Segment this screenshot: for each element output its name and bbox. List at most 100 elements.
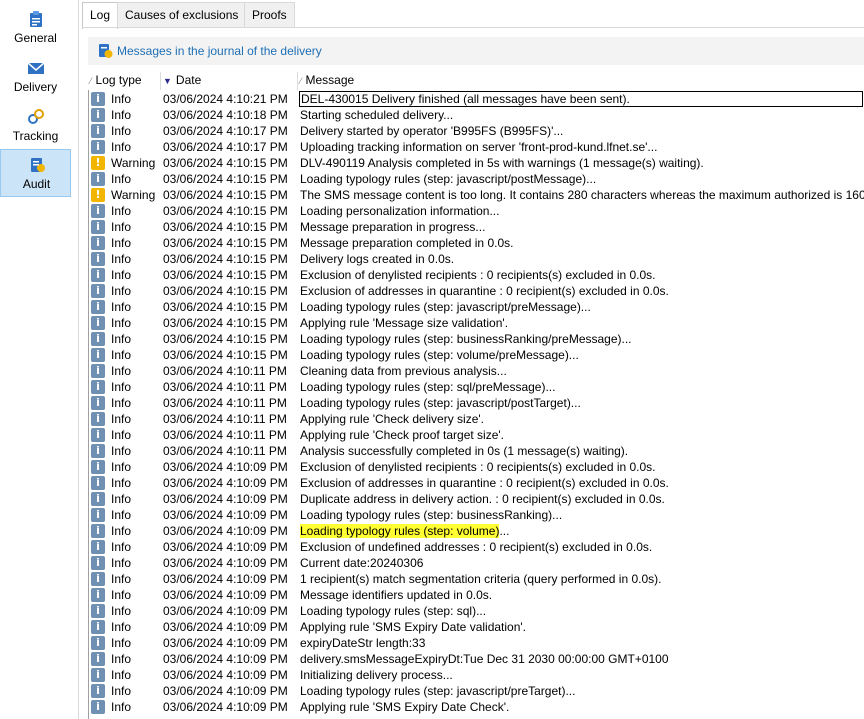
table-row[interactable]: i Info 03/06/2024 4:10:11 PM Applying rule … xyxy=(89,427,864,443)
log-type-text: Info xyxy=(111,268,132,282)
journal-icon xyxy=(99,44,113,58)
nav-item-delivery[interactable]: Delivery xyxy=(0,53,71,101)
log-type-text: Info xyxy=(111,284,132,298)
log-type-text: Info xyxy=(111,476,132,490)
nav-label-general: General xyxy=(14,31,57,45)
table-row[interactable]: i Info 03/06/2024 4:10:09 PM Loading typolo… xyxy=(89,683,864,699)
nav-item-general[interactable]: General xyxy=(0,4,71,52)
cell-message: Uploading tracking information on server… xyxy=(300,140,658,154)
nav-divider xyxy=(78,0,79,719)
table-row[interactable]: i Info 03/06/2024 4:10:09 PM Exclusion of a… xyxy=(89,475,864,491)
log-type-text: Info xyxy=(111,300,132,314)
table-row[interactable]: i Info 03/06/2024 4:10:09 PM 1 recipient(s)… xyxy=(89,571,864,587)
cell-message: Starting scheduled delivery... xyxy=(300,108,454,122)
tab-log[interactable]: Log xyxy=(82,2,119,29)
table-row[interactable]: i Info 03/06/2024 4:10:15 PM Message prepar… xyxy=(89,235,864,251)
table-row[interactable]: i Info 03/06/2024 4:10:15 PM Message prepar… xyxy=(89,219,864,235)
tab-causes-of-exclusions[interactable]: Causes of exclusions xyxy=(117,2,247,27)
cell-message: Delivery logs created in 0.0s. xyxy=(300,252,455,266)
audit-icon xyxy=(31,158,45,172)
log-type-text: Info xyxy=(111,460,132,474)
cell-message: Loading typology rules (step: businessRa… xyxy=(300,508,563,522)
table-row[interactable]: i Info 03/06/2024 4:10:09 PM Applying rule … xyxy=(89,619,864,635)
column-divider[interactable] xyxy=(160,72,161,90)
cell-message: Applying rule 'Check proof target size'. xyxy=(300,428,505,442)
table-row[interactable]: i Info 03/06/2024 4:10:09 PM Applying rule … xyxy=(89,699,864,715)
table-row[interactable]: i Info 03/06/2024 4:10:18 PM Starting sched… xyxy=(89,107,864,123)
nav-label-delivery: Delivery xyxy=(13,80,58,94)
table-row[interactable]: i Info 03/06/2024 4:10:09 PM Loading typolo… xyxy=(89,603,864,619)
info-icon: i xyxy=(91,460,105,474)
table-row[interactable]: i Info 03/06/2024 4:10:15 PM Loading person… xyxy=(89,203,864,219)
cell-message: Loading typology rules (step: javascript… xyxy=(300,172,597,186)
table-row[interactable]: i Info 03/06/2024 4:10:17 PM Uploading trac… xyxy=(89,139,864,155)
cell-message: DLV-490119 Analysis completed in 5s with… xyxy=(300,156,704,170)
clipboard-icon xyxy=(30,11,42,27)
nav-item-audit[interactable]: Audit xyxy=(0,149,71,197)
column-label-message: Message xyxy=(305,73,355,87)
table-row[interactable]: i Info 03/06/2024 4:10:11 PM Loading typolo… xyxy=(89,395,864,411)
info-icon: i xyxy=(91,700,105,714)
table-row[interactable]: i Info 03/06/2024 4:10:21 PM DEL-430015 Del… xyxy=(89,91,864,107)
log-type-text: Warning xyxy=(111,156,156,170)
cell-date: 03/06/2024 4:10:11 PM xyxy=(163,364,287,378)
cell-date: 03/06/2024 4:10:15 PM xyxy=(163,252,288,266)
table-row[interactable]: i Info 03/06/2024 4:10:15 PM Exclusion of d… xyxy=(89,267,864,283)
log-type-text: Info xyxy=(111,540,132,554)
table-row[interactable]: i Info 03/06/2024 4:10:09 PM expiryDateStr … xyxy=(89,635,864,651)
table-row[interactable]: i Info 03/06/2024 4:10:09 PM Duplicate addr… xyxy=(89,491,864,507)
table-row[interactable]: i Info 03/06/2024 4:10:09 PM Message identi… xyxy=(89,587,864,603)
info-icon: i xyxy=(91,108,105,122)
cell-date: 03/06/2024 4:10:09 PM xyxy=(163,556,288,570)
info-icon: i xyxy=(91,412,105,426)
table-row[interactable]: i Info 03/06/2024 4:10:11 PM Applying rule … xyxy=(89,411,864,427)
info-icon: i xyxy=(91,636,105,650)
table-row[interactable]: i Info 03/06/2024 4:10:15 PM Loading typolo… xyxy=(89,347,864,363)
table-row[interactable]: i Info 03/06/2024 4:10:15 PM Loading typolo… xyxy=(89,299,864,315)
info-icon: i xyxy=(91,204,105,218)
table-row[interactable]: i Info 03/06/2024 4:10:15 PM Exclusion of a… xyxy=(89,283,864,299)
log-type-text: Info xyxy=(111,636,132,650)
table-row[interactable]: i Info 03/06/2024 4:10:11 PM Analysis succe… xyxy=(89,443,864,459)
table-row[interactable]: i Info 03/06/2024 4:10:09 PM delivery.smsMe… xyxy=(89,651,864,667)
cell-date: 03/06/2024 4:10:15 PM xyxy=(163,316,288,330)
cell-message: Message identifiers updated in 0.0s. xyxy=(300,588,493,602)
cell-message: Loading typology rules (step: volume/pre… xyxy=(300,348,579,362)
table-row[interactable]: i Info 03/06/2024 4:10:15 PM Delivery logs … xyxy=(89,251,864,267)
table-row[interactable]: i Info 03/06/2024 4:10:15 PM Loading typolo… xyxy=(89,171,864,187)
column-header-log-type[interactable]: ⁄ Log type xyxy=(90,72,160,90)
cell-date: 03/06/2024 4:10:09 PM xyxy=(163,540,288,554)
table-row[interactable]: ! Warning 03/06/2024 4:10:15 PM DLV-490119 … xyxy=(89,155,864,171)
column-header-date[interactable]: ▼ Date xyxy=(163,72,297,90)
cell-message: Message preparation completed in 0.0s. xyxy=(300,236,514,250)
table-row[interactable]: i Info 03/06/2024 4:10:09 PM Initializing d… xyxy=(89,667,864,683)
info-icon: i xyxy=(91,396,105,410)
tab-proofs[interactable]: Proofs xyxy=(244,2,295,27)
table-row[interactable]: i Info 03/06/2024 4:10:11 PM Loading typolo… xyxy=(89,379,864,395)
cell-message: Loading typology rules (step: businessRa… xyxy=(300,332,632,346)
table-row[interactable]: i Info 03/06/2024 4:10:15 PM Applying rule … xyxy=(89,315,864,331)
info-icon: i xyxy=(91,92,105,106)
column-header-message[interactable]: ⁄ Message xyxy=(300,72,860,90)
nav-item-tracking[interactable]: Tracking xyxy=(0,102,71,150)
table-row[interactable]: i Info 03/06/2024 4:10:15 PM Loading typolo… xyxy=(89,331,864,347)
info-icon: i xyxy=(91,684,105,698)
column-divider[interactable] xyxy=(297,72,298,90)
table-row[interactable]: i Info 03/06/2024 4:10:11 PM Cleaning data … xyxy=(89,363,864,379)
cell-message: Loading typology rules (step: javascript… xyxy=(300,684,576,698)
table-row[interactable]: i Info 03/06/2024 4:10:09 PM Loading typolo… xyxy=(89,523,864,539)
cell-date: 03/06/2024 4:10:09 PM xyxy=(163,492,288,506)
log-type-text: Info xyxy=(111,236,132,250)
table-row[interactable]: i Info 03/06/2024 4:10:09 PM Exclusion of d… xyxy=(89,459,864,475)
table-row[interactable]: ! Warning 03/06/2024 4:10:15 PM The SMS mes… xyxy=(89,187,864,203)
cell-date: 03/06/2024 4:10:09 PM xyxy=(163,476,288,490)
table-row[interactable]: i Info 03/06/2024 4:10:09 PM Exclusion of u… xyxy=(89,539,864,555)
log-type-text: Info xyxy=(111,444,132,458)
cell-message: delivery.smsMessageExpiryDt:Tue Dec 31 2… xyxy=(300,652,669,666)
table-row[interactable]: i Info 03/06/2024 4:10:17 PM Delivery start… xyxy=(89,123,864,139)
cell-date: 03/06/2024 4:10:15 PM xyxy=(163,236,288,250)
table-row[interactable]: i Info 03/06/2024 4:10:09 PM Loading typolo… xyxy=(89,507,864,523)
log-type-text: Info xyxy=(111,508,132,522)
table-row[interactable]: i Info 03/06/2024 4:10:09 PM Current date:2… xyxy=(89,555,864,571)
cell-date: 03/06/2024 4:10:15 PM xyxy=(163,348,288,362)
